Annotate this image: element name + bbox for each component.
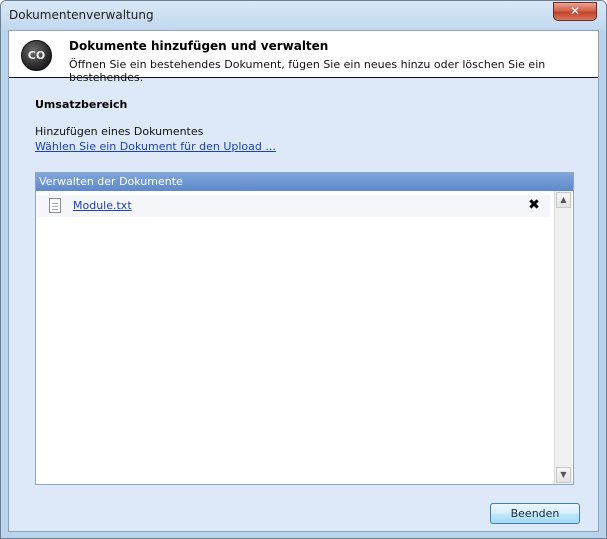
text-file-icon — [49, 198, 61, 213]
scroll-up-arrow-icon[interactable]: ▲ — [556, 192, 571, 208]
scroll-down-arrow-icon[interactable]: ▼ — [556, 467, 571, 483]
close-button[interactable]: ✕ — [553, 2, 597, 21]
upload-document-link[interactable]: Wählen Sie ein Dokument für den Upload .… — [35, 140, 276, 153]
delete-icon[interactable]: ✖ — [527, 197, 541, 213]
list-item: Module.txt ✖ — [36, 195, 550, 217]
window-title: Dokumentenverwaltung — [9, 8, 154, 22]
panel-header: Verwalten der Dokumente — [36, 173, 573, 191]
vertical-scrollbar[interactable]: ▲ ▼ — [554, 191, 572, 484]
document-link[interactable]: Module.txt — [73, 199, 132, 212]
dialog-header: CO Dokumente hinzufügen und verwalten Öf… — [9, 31, 598, 84]
header-title: Dokumente hinzufügen und verwalten — [69, 39, 329, 53]
section-title: Umsatzbereich — [35, 98, 128, 111]
document-list: Module.txt ✖ — [36, 191, 554, 484]
dialog-window: Dokumentenverwaltung ✕ CO Dokumente hinz… — [0, 0, 607, 539]
dialog-content: CO Dokumente hinzufügen und verwalten Öf… — [8, 30, 599, 532]
header-subtitle: Öffnen Sie ein bestehendes Dokument, füg… — [69, 58, 546, 84]
app-logo-icon: CO — [21, 40, 52, 71]
documents-panel: Verwalten der Dokumente Module.txt ✖ ▲ ▼ — [35, 172, 574, 485]
finish-button[interactable]: Beenden — [490, 503, 580, 524]
title-bar[interactable]: Dokumentenverwaltung ✕ — [1, 1, 606, 30]
add-document-label: Hinzufügen eines Dokumentes — [35, 125, 204, 138]
